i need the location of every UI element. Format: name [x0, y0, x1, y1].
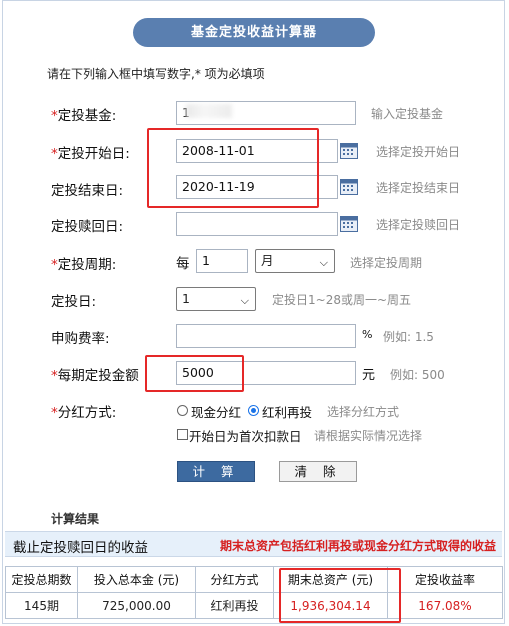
period-unit-select[interactable]: 月 ⌵: [255, 249, 335, 273]
table-header-cell: 投入总本金 (元): [77, 566, 196, 593]
table-header-cell: 分红方式: [195, 566, 274, 593]
chevron-down-icon: ⌵: [240, 294, 249, 307]
period-count-input[interactable]: 1: [196, 249, 248, 273]
table-header-row: 定投总期数 投入总本金 (元) 分红方式 期末总资产 (元) 定投收益率: [5, 566, 503, 593]
first-debit-label[interactable]: 开始日为首次扣款日: [189, 426, 302, 445]
fee-unit: %: [362, 328, 373, 341]
first-debit-checkbox[interactable]: [177, 429, 188, 440]
chevron-down-icon: ⌵: [319, 256, 328, 269]
table-header-cell: 定投收益率: [387, 566, 503, 593]
day-hint: 定投日1~28或周一~周五: [272, 293, 412, 307]
end-date-hint: 选择定投结束日: [376, 181, 461, 195]
table-cell: 167.08%: [387, 592, 503, 619]
calendar-icon[interactable]: [340, 178, 358, 195]
amount-hint: 例如: 500: [390, 368, 445, 382]
calculate-button[interactable]: 计 算: [177, 461, 255, 482]
redeem-date-input[interactable]: [176, 212, 338, 236]
start-date-label: *定投开始日:: [51, 146, 130, 162]
amount-unit: 元: [362, 368, 376, 383]
results-banner-right: 期末总资产包括红利再投或现金分红方式取得的收益: [219, 539, 496, 553]
period-prefix: 每: [176, 256, 190, 272]
table-row: 145期 725,000.00 红利再投 1,936,304.14 167.08…: [5, 592, 503, 619]
start-date-hint: 选择定投开始日: [376, 145, 461, 159]
day-select[interactable]: 1 ⌵: [176, 287, 256, 311]
fee-input[interactable]: [176, 324, 356, 348]
table-header-cell: 定投总期数: [5, 566, 78, 593]
dividend-hint: 选择分红方式: [327, 405, 400, 419]
calendar-icon[interactable]: [340, 142, 358, 159]
period-hint: 选择定投周期: [350, 256, 423, 270]
table-cell: 红利再投: [195, 592, 274, 619]
table-cell: 1,936,304.14: [273, 592, 388, 619]
table-cell: 145期: [5, 592, 78, 619]
results-section-title: 计算结果: [51, 512, 100, 526]
fund-hint: 输入定投基金: [371, 107, 444, 121]
redacted-blur: [186, 104, 232, 118]
end-date-label: 定投结束日:: [51, 183, 124, 199]
fund-label: *定投基金:: [51, 108, 117, 124]
dividend-reinvest-radio[interactable]: [248, 405, 259, 416]
results-table: 定投总期数 投入总本金 (元) 分红方式 期末总资产 (元) 定投收益率 145…: [5, 566, 503, 619]
results-banner: 截止定投赎回日的收益 期末总资产包括红利再投或现金分红方式取得的收益: [5, 531, 502, 557]
period-label: *定投周期:: [51, 257, 117, 273]
results-banner-left: 截止定投赎回日的收益: [13, 540, 148, 556]
redeem-date-label: 定投赎回日:: [51, 219, 124, 235]
table-cell: 725,000.00: [77, 592, 196, 619]
dividend-cash-label[interactable]: 现金分红: [191, 402, 241, 421]
first-debit-hint: 请根据实际情况选择: [314, 429, 423, 443]
calendar-icon[interactable]: [340, 215, 358, 232]
table-header-cell: 期末总资产 (元): [273, 566, 388, 593]
redeem-date-hint: 选择定投赎回日: [376, 218, 461, 232]
amount-label: *每期定投金额: [51, 368, 139, 384]
dividend-cash-radio[interactable]: [177, 405, 188, 416]
day-label: 定投日:: [51, 294, 97, 310]
dividend-reinvest-label[interactable]: 红利再投: [262, 402, 312, 421]
dividend-label: *分红方式:: [51, 405, 117, 421]
end-date-input[interactable]: 2020-11-19: [176, 175, 338, 199]
fee-label: 申购费率:: [51, 331, 110, 347]
amount-input[interactable]: 5000: [176, 361, 356, 385]
start-date-input[interactable]: 2008-11-01: [176, 139, 338, 163]
fee-hint: 例如: 1.5: [383, 330, 434, 344]
page-title: 基金定投收益计算器: [133, 18, 375, 47]
clear-button[interactable]: 清 除: [279, 461, 357, 482]
instruction-text: 请在下列输入框中填写数字,* 项为必填项: [47, 67, 265, 81]
